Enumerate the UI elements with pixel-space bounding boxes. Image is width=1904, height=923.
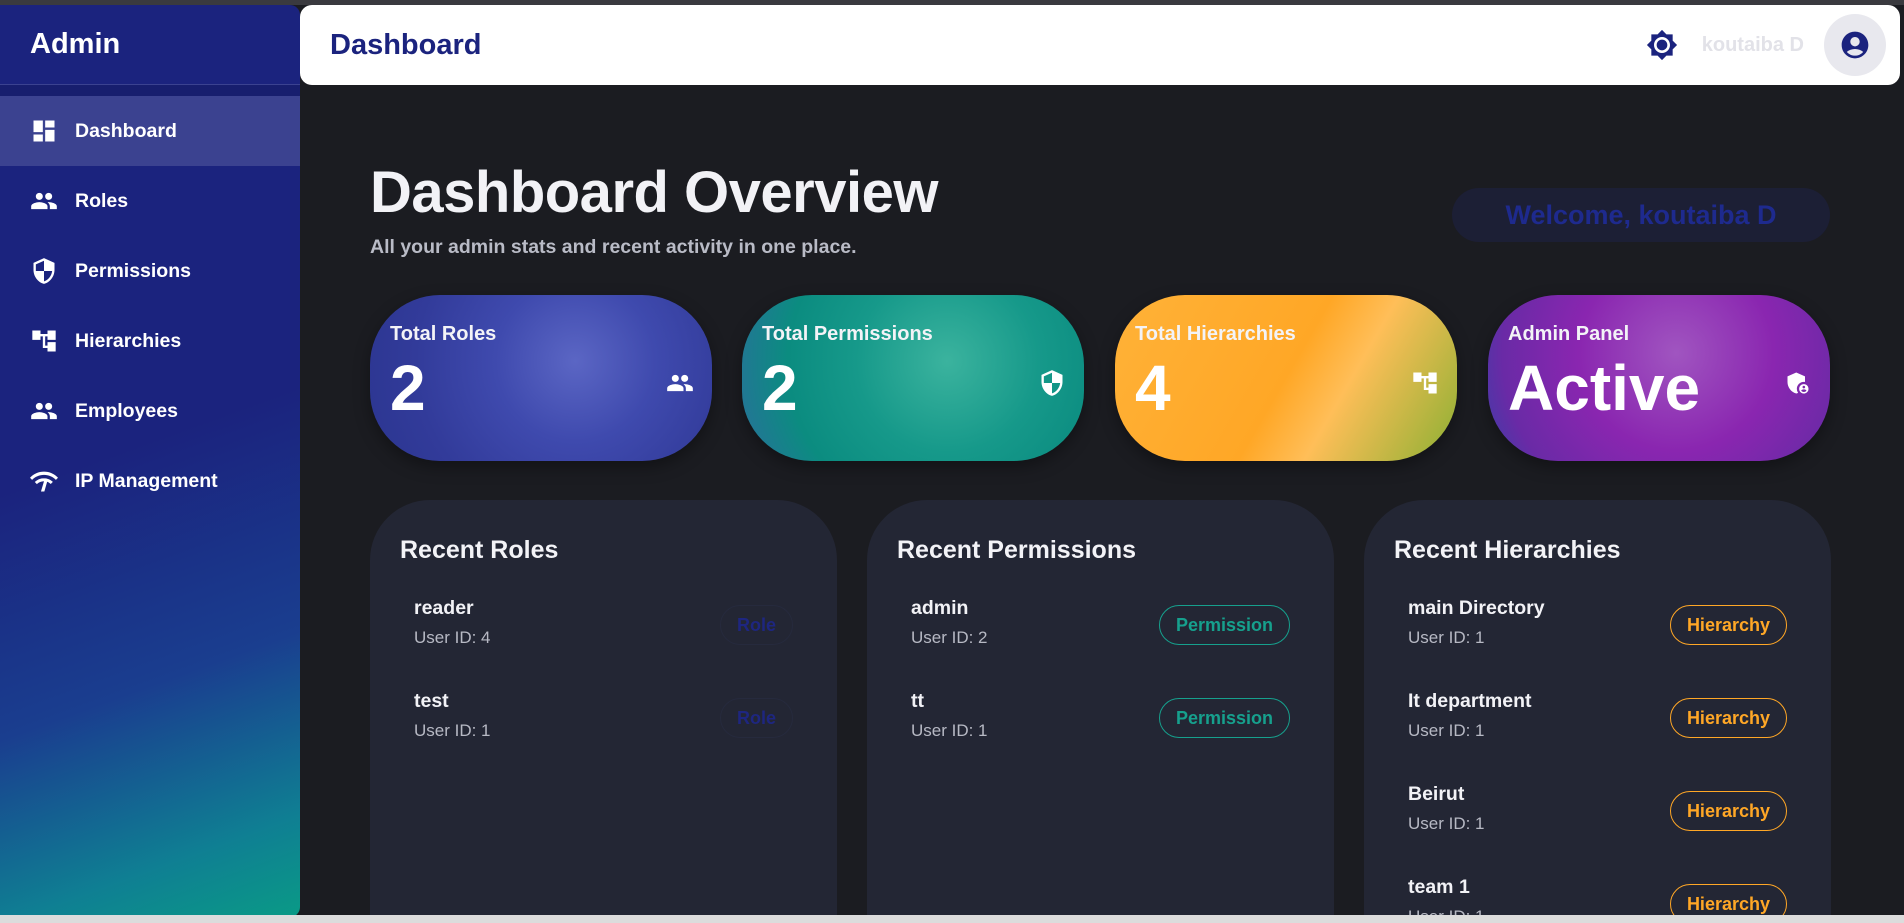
role-chip: Role <box>719 698 793 738</box>
sidebar-item-employees[interactable]: Employees <box>0 376 300 446</box>
item-name: main Directory <box>1408 597 1545 619</box>
sidebar-brand: Admin <box>0 5 300 85</box>
list-item[interactable]: It department User ID: 1 Hierarchy <box>1394 684 1801 777</box>
permission-chip: Permission <box>1158 698 1290 738</box>
item-meta: User ID: 4 <box>414 628 491 647</box>
stat-label: Total Hierarchies <box>1135 323 1296 345</box>
theme-toggle-button[interactable] <box>1644 27 1680 63</box>
header-title: Dashboard <box>330 28 482 61</box>
role-chip: Role <box>719 605 793 645</box>
list-item[interactable]: reader User ID: 4 Role <box>400 591 807 684</box>
list-item[interactable]: tt User ID: 1 Permission <box>897 684 1304 777</box>
account-circle-icon <box>1841 31 1869 59</box>
recent-permissions-list: admin User ID: 2 Permission tt User ID: … <box>897 591 1304 777</box>
item-meta: User ID: 1 <box>1408 814 1485 833</box>
item-meta: User ID: 1 <box>1408 628 1485 647</box>
item-meta: User ID: 1 <box>911 721 988 740</box>
recent-permissions-panel: Recent Permissions admin User ID: 2 Perm… <box>867 500 1334 923</box>
sidebar-item-label: Dashboard <box>75 119 177 142</box>
sidebar-item-label: Hierarchies <box>75 329 182 352</box>
panel-title: Recent Permissions <box>897 536 1136 564</box>
list-item[interactable]: Beirut User ID: 1 Hierarchy <box>1394 777 1801 870</box>
list-item[interactable]: admin User ID: 2 Permission <box>897 591 1304 684</box>
page-subtitle: All your admin stats and recent activity… <box>370 236 857 258</box>
stat-value: 4 <box>1135 352 1171 424</box>
list-item[interactable]: main Directory User ID: 1 Hierarchy <box>1394 591 1801 684</box>
stat-card-total-permissions: Total Permissions 2 <box>742 295 1084 461</box>
recent-roles-list: reader User ID: 4 Role test User ID: 1 R… <box>400 591 807 777</box>
people-icon <box>30 397 58 425</box>
hierarchy-chip: Hierarchy <box>1669 605 1787 645</box>
sidebar-item-roles[interactable]: Roles <box>0 166 300 236</box>
hierarchy-chip: Hierarchy <box>1669 698 1787 738</box>
welcome-badge: Welcome, koutaiba D <box>1452 188 1830 242</box>
brightness-icon <box>1646 29 1677 61</box>
top-app-bar: Dashboard koutaiba D <box>300 5 1900 85</box>
item-name: tt <box>911 690 924 712</box>
recent-roles-panel: Recent Roles reader User ID: 4 Role test… <box>370 500 837 923</box>
page-title: Dashboard Overview <box>370 160 939 225</box>
sidebar-item-label: IP Management <box>75 469 218 492</box>
sidebar-item-dashboard[interactable]: Dashboard <box>0 96 300 166</box>
stat-card-total-hierarchies: Total Hierarchies 4 <box>1115 295 1457 461</box>
panel-title: Recent Roles <box>400 536 559 564</box>
account-button[interactable] <box>1824 14 1886 76</box>
stat-label: Total Roles <box>390 323 497 345</box>
sidebar-item-hierarchies[interactable]: Hierarchies <box>0 306 300 376</box>
shield-icon <box>1038 369 1066 397</box>
stat-value: 2 <box>762 352 798 424</box>
recent-hierarchies-panel: Recent Hierarchies main Directory User I… <box>1364 500 1831 923</box>
item-name: reader <box>414 597 474 619</box>
network-icon <box>30 467 58 495</box>
people-icon <box>666 369 694 397</box>
people-icon <box>30 187 58 215</box>
permission-chip: Permission <box>1158 605 1290 645</box>
stat-value: Active <box>1508 352 1701 424</box>
panel-title: Recent Hierarchies <box>1394 536 1621 564</box>
sidebar-divider <box>0 85 300 96</box>
item-meta: User ID: 2 <box>911 628 988 647</box>
sidebar-item-label: Permissions <box>75 259 191 282</box>
list-item[interactable]: test User ID: 1 Role <box>400 684 807 777</box>
hierarchy-icon <box>30 327 58 355</box>
stat-card-admin-panel: Admin Panel Active <box>1488 295 1830 461</box>
item-name: test <box>414 690 449 712</box>
window-bottom-edge <box>0 915 1904 923</box>
header-username: koutaiba D <box>1701 33 1804 56</box>
item-meta: User ID: 1 <box>414 721 491 740</box>
item-meta: User ID: 1 <box>1408 721 1485 740</box>
sidebar-item-ip-management[interactable]: IP Management <box>0 446 300 516</box>
hierarchy-icon <box>1411 369 1439 397</box>
stat-label: Total Permissions <box>762 323 933 345</box>
item-name: team 1 <box>1408 876 1470 898</box>
hierarchy-chip: Hierarchy <box>1669 791 1787 831</box>
dashboard-icon <box>30 117 58 145</box>
recent-hierarchies-list: main Directory User ID: 1 Hierarchy It d… <box>1394 591 1801 923</box>
item-name: admin <box>911 597 969 619</box>
sidebar-item-label: Roles <box>75 189 129 212</box>
sidebar-item-label: Employees <box>75 399 178 422</box>
sidebar-item-permissions[interactable]: Permissions <box>0 236 300 306</box>
sidebar: Admin Dashboard Roles Permissions Hierar… <box>0 5 300 917</box>
item-name: It department <box>1408 690 1532 712</box>
stat-value: 2 <box>390 352 426 424</box>
stat-card-total-roles: Total Roles 2 <box>370 295 712 461</box>
stat-label: Admin Panel <box>1508 323 1630 345</box>
shield-icon <box>30 257 58 285</box>
item-name: Beirut <box>1408 783 1465 805</box>
admin-shield-icon <box>1784 369 1812 397</box>
